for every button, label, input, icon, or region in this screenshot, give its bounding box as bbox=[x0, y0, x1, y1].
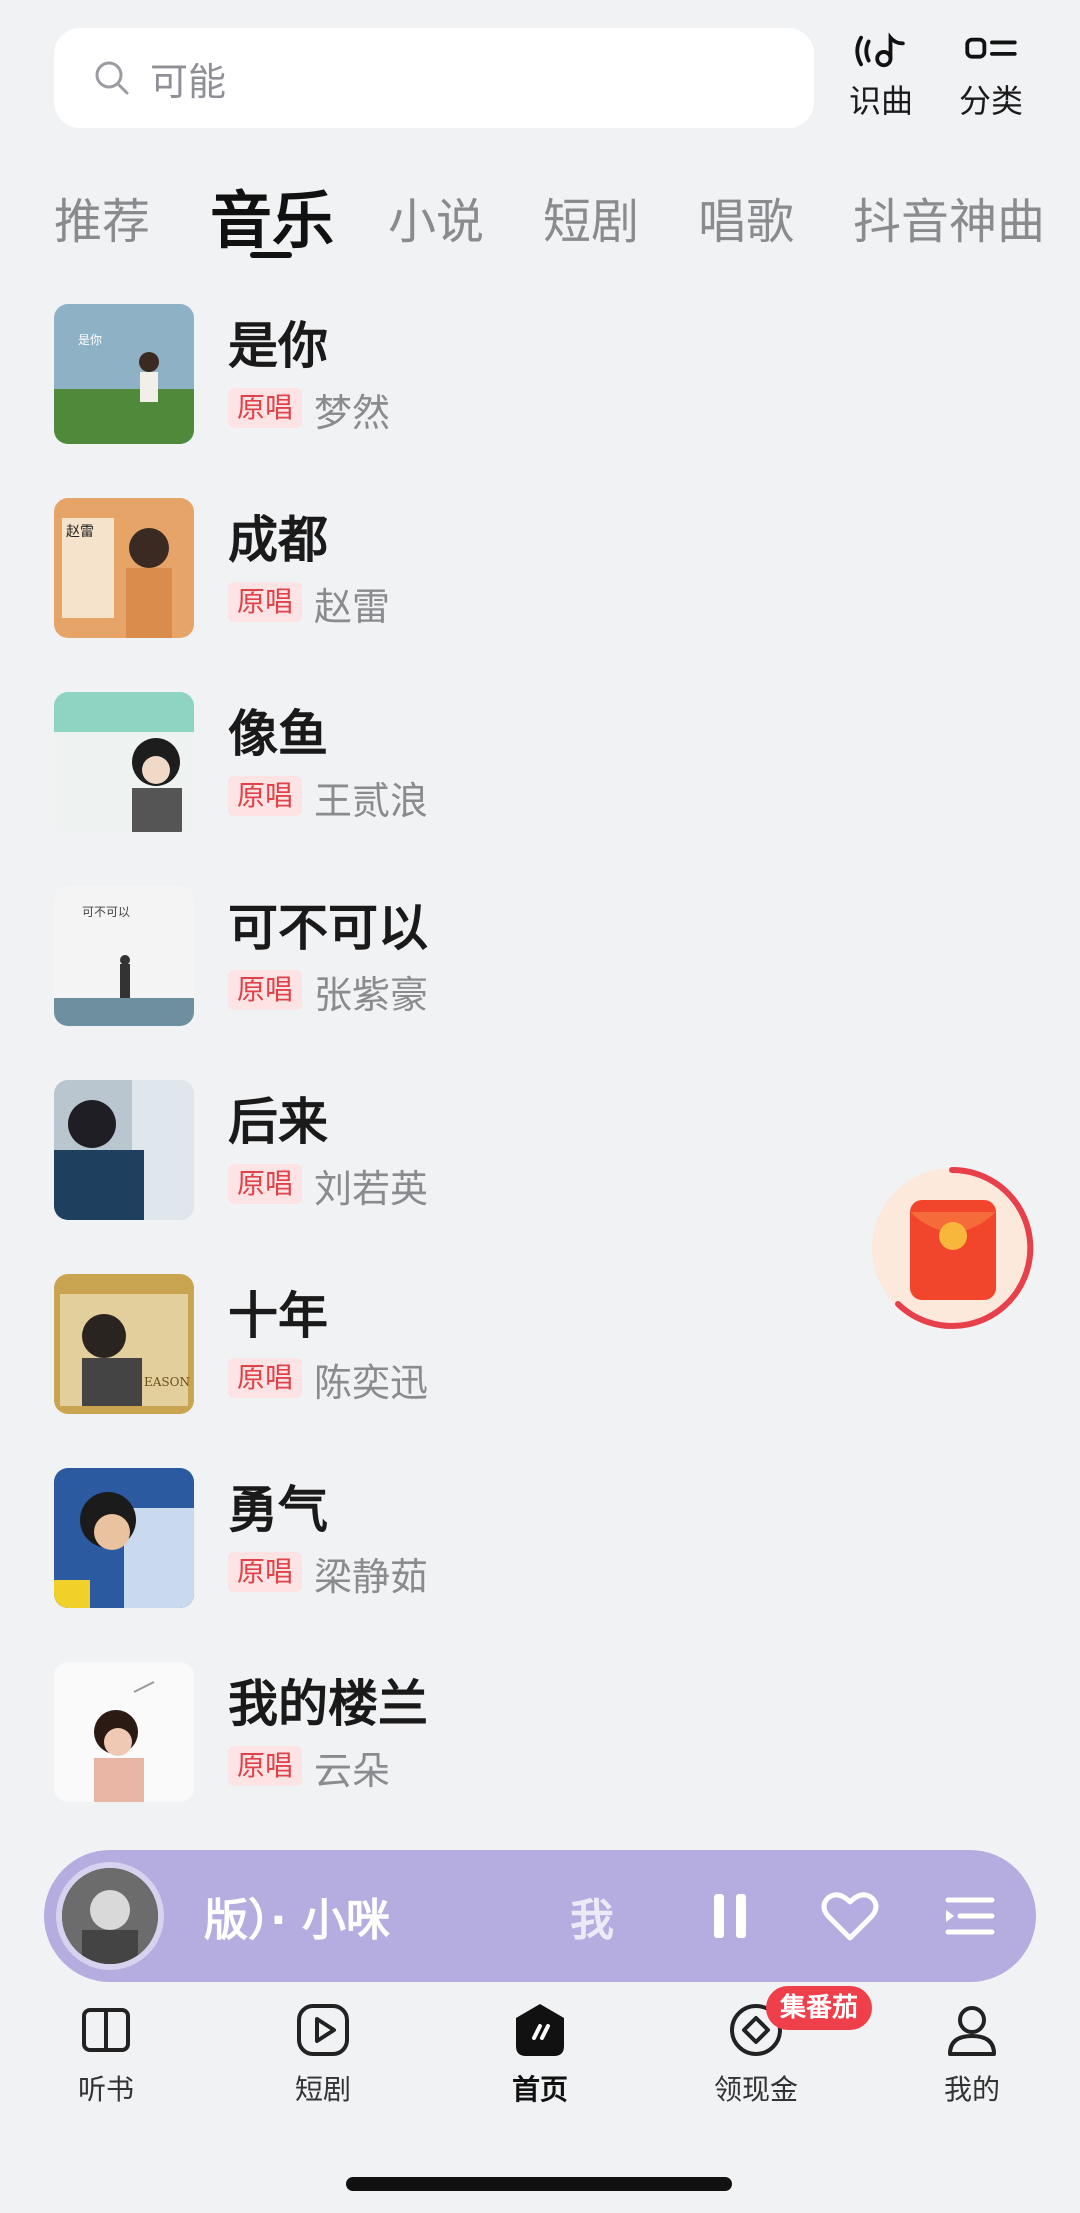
play-icon bbox=[297, 2004, 349, 2056]
artist-name: 陈奕迅 bbox=[314, 1361, 429, 1405]
tab-recommend[interactable]: 推荐 bbox=[54, 182, 150, 252]
song-title: 我的楼兰 bbox=[228, 1675, 428, 1733]
search-icon bbox=[95, 61, 129, 95]
svg-text:是你: 是你 bbox=[78, 333, 102, 347]
svg-text:可不可以: 可不可以 bbox=[82, 905, 130, 919]
top-bar: 可能 识曲 分类 bbox=[0, 0, 1080, 150]
recognize-song-button[interactable]: 识曲 bbox=[836, 32, 926, 122]
mini-player[interactable]: 版）· 小咪 我 bbox=[44, 1850, 1036, 1982]
heart-icon[interactable] bbox=[814, 1880, 886, 1952]
list-item[interactable]: 可不可以 可不可以 原唱 张紫豪 bbox=[54, 872, 1014, 1026]
list-item[interactable]: 像鱼 原唱 王贰浪 bbox=[54, 678, 1014, 832]
red-envelope-float-button[interactable] bbox=[868, 1164, 1036, 1332]
song-title: 勇气 bbox=[228, 1481, 328, 1539]
song-title: 十年 bbox=[228, 1287, 328, 1345]
list-item[interactable]: 我的楼兰 原唱 云朵 bbox=[54, 1648, 1014, 1802]
playlist-icon[interactable] bbox=[934, 1880, 1006, 1952]
artist-name: 赵雷 bbox=[314, 585, 391, 629]
original-tag: 原唱 bbox=[228, 776, 302, 816]
now-playing-title-next: 我 bbox=[570, 1895, 614, 1944]
original-tag: 原唱 bbox=[228, 582, 302, 622]
album-cover bbox=[54, 1662, 194, 1802]
artist-name: 张紫豪 bbox=[314, 973, 429, 1017]
nav-label: 听书 bbox=[77, 2073, 134, 2106]
album-cover bbox=[54, 1080, 194, 1220]
category-icon bbox=[965, 37, 1017, 59]
now-playing-ticker: 版）· 小咪 我 bbox=[204, 1884, 664, 1944]
nav-profile[interactable]: 我的 bbox=[892, 2000, 1052, 2120]
search-placeholder: 可能 bbox=[150, 59, 227, 104]
recognize-label: 识曲 bbox=[848, 82, 913, 120]
category-tabs: 推荐 音乐 小说 短剧 唱歌 抖音神曲 bbox=[0, 160, 1080, 270]
music-recognize-icon bbox=[855, 32, 905, 68]
nav-home[interactable]: 首页 bbox=[460, 2000, 620, 2120]
pause-icon[interactable] bbox=[694, 1880, 766, 1952]
nav-label: 我的 bbox=[943, 2073, 1000, 2106]
nav-label: 领现金 bbox=[713, 2073, 798, 2106]
album-cover: 是你 bbox=[54, 304, 194, 444]
album-cover bbox=[54, 1468, 194, 1608]
artist-name: 刘若英 bbox=[314, 1167, 429, 1211]
original-tag: 原唱 bbox=[228, 1164, 302, 1204]
tab-music[interactable]: 音乐 bbox=[210, 170, 334, 260]
original-tag: 原唱 bbox=[228, 1746, 302, 1786]
artist-name: 云朵 bbox=[314, 1749, 391, 1793]
home-logo-icon bbox=[516, 2004, 564, 2056]
artist-name: 梦然 bbox=[314, 391, 391, 435]
user-icon bbox=[948, 2006, 996, 2056]
nav-listen-book[interactable]: 听书 bbox=[26, 2000, 186, 2120]
album-cover: EASON bbox=[54, 1274, 194, 1414]
svg-text:EASON: EASON bbox=[144, 1375, 190, 1389]
search-bar[interactable]: 可能 bbox=[54, 28, 814, 128]
song-title: 可不可以 bbox=[228, 899, 428, 957]
svg-text:赵雷: 赵雷 bbox=[66, 524, 94, 540]
red-envelope-icon bbox=[872, 1166, 1034, 1329]
song-title: 成都 bbox=[228, 511, 328, 569]
home-indicator bbox=[346, 2177, 732, 2191]
list-item[interactable]: 勇气 原唱 梁静茹 bbox=[54, 1454, 1014, 1608]
original-tag: 原唱 bbox=[228, 970, 302, 1010]
now-playing-title: 版）· 小咪 bbox=[204, 1895, 391, 1944]
album-cover: 赵雷 bbox=[54, 498, 194, 638]
nav-label: 首页 bbox=[511, 2073, 568, 2106]
active-tab-indicator bbox=[250, 252, 292, 258]
now-playing-cover[interactable] bbox=[56, 1862, 164, 1970]
artist-name: 王贰浪 bbox=[314, 779, 429, 823]
tab-novel[interactable]: 小说 bbox=[388, 182, 484, 252]
category-button[interactable]: 分类 bbox=[946, 32, 1036, 122]
artist-name: 梁静茹 bbox=[314, 1555, 429, 1599]
album-cover bbox=[54, 692, 194, 832]
tab-sing[interactable]: 唱歌 bbox=[698, 182, 794, 252]
tomato-badge: 集番茄 bbox=[766, 1986, 873, 2030]
original-tag: 原唱 bbox=[228, 388, 302, 428]
song-title: 后来 bbox=[228, 1093, 328, 1151]
song-title: 是你 bbox=[228, 317, 328, 375]
category-label: 分类 bbox=[958, 82, 1023, 120]
song-title: 像鱼 bbox=[228, 705, 328, 763]
tab-short-drama[interactable]: 短剧 bbox=[543, 182, 639, 252]
original-tag: 原唱 bbox=[228, 1358, 302, 1398]
tab-douyin-hits[interactable]: 抖音神曲 bbox=[853, 182, 1045, 252]
book-icon bbox=[82, 2008, 130, 2052]
list-item[interactable]: 赵雷 成都 原唱 赵雷 bbox=[54, 484, 1014, 638]
list-item[interactable]: 是你 是你 原唱 梦然 bbox=[54, 290, 1014, 444]
nav-label: 短剧 bbox=[294, 2073, 351, 2106]
nav-short-drama[interactable]: 短剧 bbox=[243, 2000, 403, 2120]
album-cover: 可不可以 bbox=[54, 886, 194, 1026]
original-tag: 原唱 bbox=[228, 1552, 302, 1592]
